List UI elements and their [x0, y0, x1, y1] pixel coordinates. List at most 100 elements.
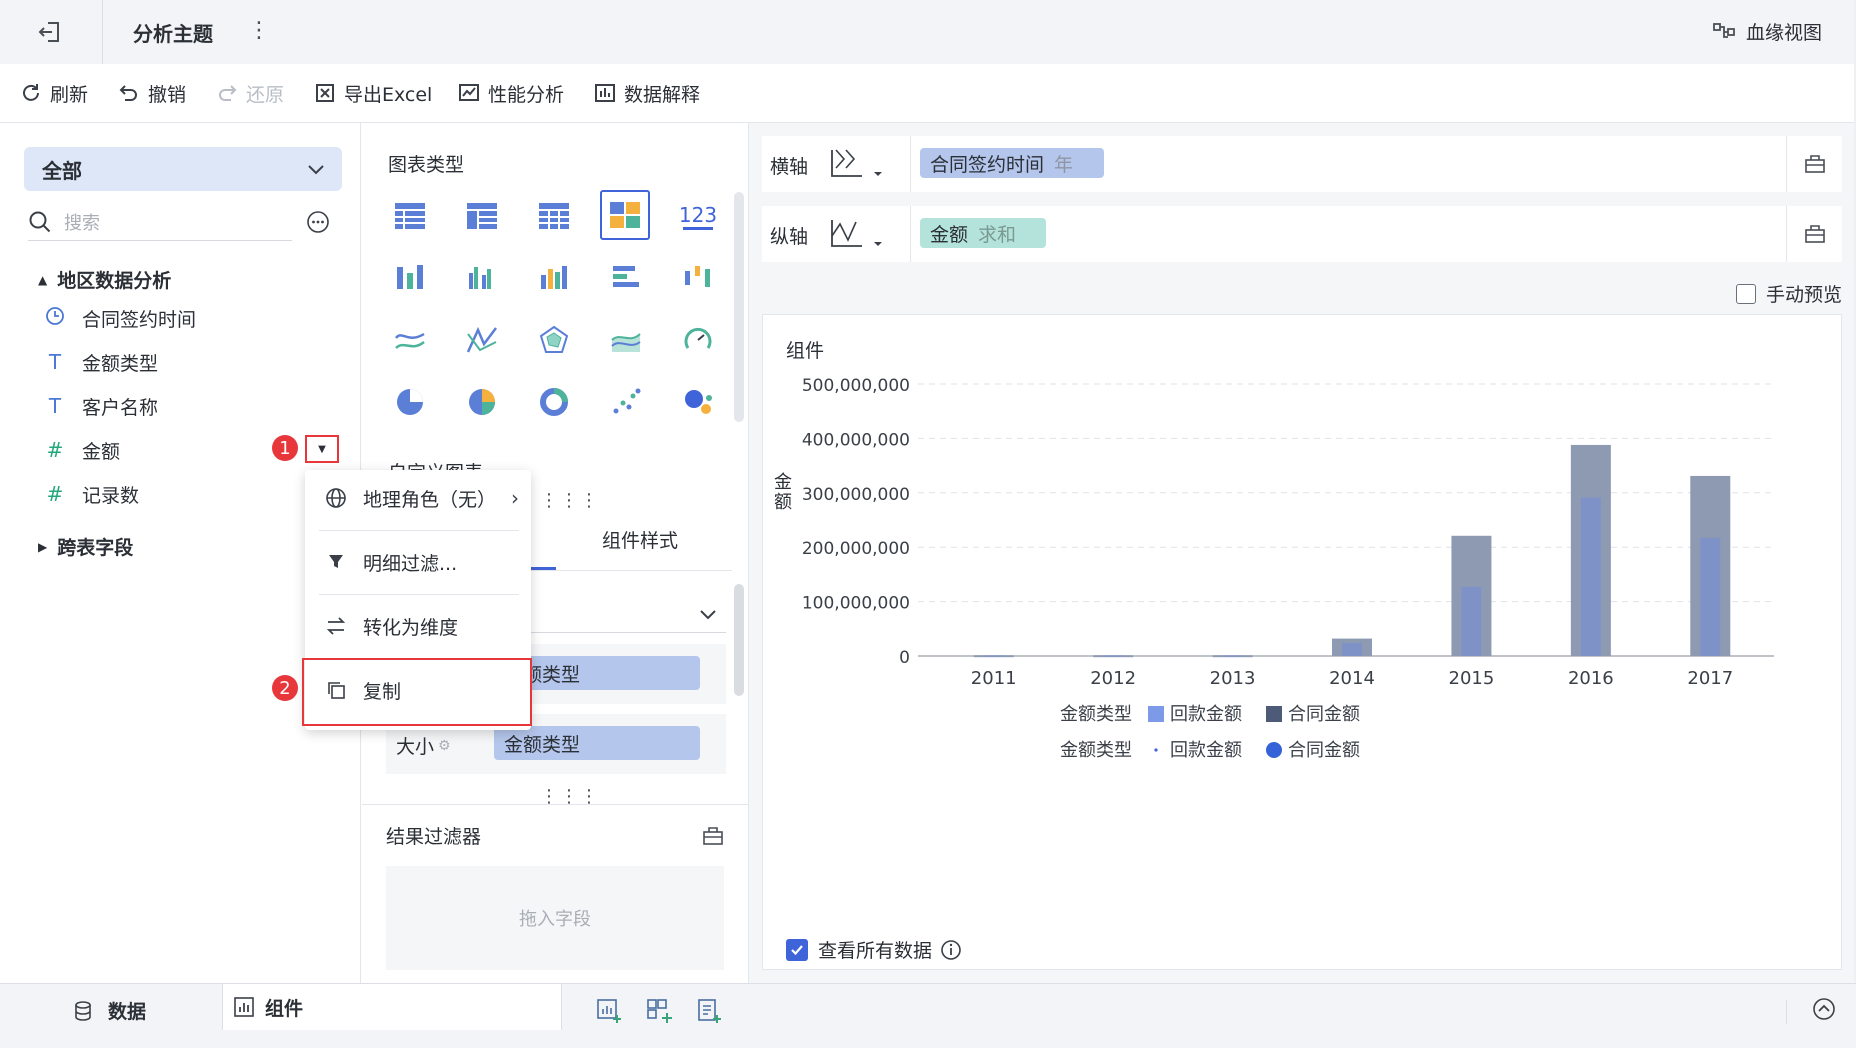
- exit-icon[interactable]: [36, 18, 64, 46]
- field-search-input[interactable]: 搜索: [28, 204, 292, 241]
- detail-table-icon[interactable]: [532, 194, 576, 238]
- x-axis-type-icon[interactable]: [828, 146, 882, 182]
- table-selector[interactable]: 全部: [24, 147, 342, 191]
- horizontal-bar-icon[interactable]: [604, 256, 648, 300]
- legend-swatch: [1266, 706, 1282, 722]
- menu-divider: [319, 530, 519, 531]
- clock-icon: [44, 306, 66, 331]
- line-chart-icon[interactable]: [388, 318, 432, 362]
- bar-payment-amount: [1580, 497, 1601, 656]
- add-component-icon[interactable]: [596, 998, 622, 1024]
- stacked-bar-icon[interactable]: [388, 256, 432, 300]
- tab-component-active[interactable]: 组件: [222, 984, 562, 1030]
- custom-chart-icon-selected[interactable]: [600, 190, 650, 240]
- view-all-label: 查看所有数据: [818, 940, 933, 962]
- number-type-icon: #: [46, 438, 64, 462]
- size-label: 大小 ⚙: [396, 732, 451, 759]
- mark-scrollbar[interactable]: [734, 584, 744, 696]
- data-explain-button[interactable]: 数据解释: [594, 64, 700, 122]
- x-axis-field-pill[interactable]: 合同签约时间 年: [920, 148, 1104, 178]
- donut-chart-icon[interactable]: [532, 380, 576, 424]
- data-explain-label: 数据解释: [624, 83, 701, 106]
- group-table-icon[interactable]: [460, 194, 504, 238]
- folder-cross-table[interactable]: ▶ 跨表字段: [38, 533, 133, 560]
- bar-payment-amount: [983, 655, 1004, 657]
- legend-swatch: [1148, 706, 1164, 722]
- undo-icon: [119, 85, 137, 101]
- area-chart-icon[interactable]: [604, 318, 648, 362]
- legend-swatch: [1266, 742, 1282, 758]
- section-divider: [362, 804, 748, 805]
- folder-label: 地区数据分析: [57, 270, 172, 292]
- x-tick-label: 2016: [1568, 668, 1614, 689]
- radar-chart-icon[interactable]: [532, 318, 576, 362]
- folder-region-analysis[interactable]: ▲ 地区数据分析: [38, 266, 171, 293]
- size-label-text: 大小: [396, 736, 435, 758]
- grouped-bar-icon[interactable]: [460, 256, 504, 300]
- y-tick-label: 400,000,000: [802, 430, 910, 450]
- axis-settings-icon[interactable]: [1804, 152, 1826, 174]
- refresh-button[interactable]: 刷新: [20, 64, 88, 122]
- settings-icon[interactable]: ⚙: [438, 738, 451, 754]
- axis-settings-icon[interactable]: [1804, 222, 1826, 244]
- field-item-customer-name[interactable]: T 客户名称: [44, 386, 158, 426]
- divider: [1786, 136, 1787, 192]
- menu-item-detail-filter[interactable]: 明细过滤...: [305, 534, 531, 590]
- export-excel-button[interactable]: 导出Excel: [314, 64, 432, 122]
- pie-chart-icon[interactable]: [388, 380, 432, 424]
- drag-handle-icon[interactable]: ⋮⋮⋮: [540, 490, 600, 511]
- scatter-chart-icon[interactable]: [604, 380, 648, 424]
- y-axis-field-pill[interactable]: 金额 求和: [920, 218, 1046, 248]
- view-all-checkbox[interactable]: [786, 938, 808, 961]
- y-tick-label: 500,000,000: [802, 376, 910, 396]
- search-placeholder: 搜索: [64, 213, 100, 234]
- polyline-chart-icon[interactable]: [460, 318, 504, 362]
- cross-table-icon[interactable]: [388, 194, 432, 238]
- field-item-record-count[interactable]: # 记录数: [44, 474, 139, 514]
- field-item-amount[interactable]: # 金额: [44, 430, 120, 470]
- mark-type-selector[interactable]: [520, 600, 726, 633]
- chevron-right-icon: ›: [511, 486, 519, 510]
- excel-icon: [316, 84, 334, 102]
- x-tick-label: 2012: [1090, 668, 1136, 689]
- menu-item-geo-role[interactable]: 地理角色（无） ›: [305, 470, 531, 526]
- size-field-pill[interactable]: 金额类型: [494, 726, 700, 760]
- tab-component-style[interactable]: 组件样式: [602, 526, 678, 553]
- field-item-amount-type[interactable]: T 金额类型: [44, 342, 158, 382]
- undo-button[interactable]: 撤销: [118, 64, 186, 122]
- swap-icon: [323, 615, 349, 637]
- x-axis-label: 横轴: [770, 156, 809, 178]
- tab-data-label: 数据: [108, 1001, 147, 1023]
- range-bar-icon[interactable]: [676, 256, 720, 300]
- more-options-icon[interactable]: [306, 210, 330, 234]
- performance-analysis-button[interactable]: 性能分析: [458, 64, 564, 122]
- field-dropdown-button[interactable]: ▼: [305, 435, 339, 463]
- info-icon[interactable]: [940, 939, 962, 961]
- redo-button[interactable]: 还原: [216, 64, 284, 122]
- more-menu-icon[interactable]: ⋮: [248, 18, 270, 43]
- bar-chart-icon[interactable]: [532, 256, 576, 300]
- field-item-contract-time[interactable]: 合同签约时间: [44, 298, 196, 338]
- view-all-data-toggle[interactable]: 查看所有数据: [786, 936, 962, 963]
- add-dashboard-icon[interactable]: [646, 998, 672, 1024]
- result-filter-title: 结果过滤器: [386, 826, 482, 848]
- add-report-icon[interactable]: [696, 998, 722, 1024]
- legend-label: 回款金额: [1170, 704, 1242, 725]
- manual-preview-label: 手动预览: [1766, 284, 1843, 306]
- chart-type-scrollbar[interactable]: [734, 192, 744, 422]
- y-field-suffix: 求和: [978, 223, 1017, 246]
- manual-preview-checkbox[interactable]: [1736, 283, 1756, 304]
- collapse-up-icon[interactable]: [1812, 997, 1836, 1021]
- y-axis-label: 纵轴: [770, 226, 809, 248]
- bubble-chart-icon[interactable]: [676, 380, 720, 424]
- manual-preview-toggle[interactable]: 手动预览: [1736, 280, 1842, 307]
- y-axis-type-icon[interactable]: [828, 216, 882, 252]
- menu-item-to-dimension[interactable]: 转化为维度: [305, 598, 531, 654]
- result-filter-dropzone[interactable]: 拖入字段: [386, 866, 724, 970]
- lineage-view-button[interactable]: 血缘视图: [1712, 18, 1822, 45]
- multi-pie-icon[interactable]: [460, 380, 504, 424]
- filter-settings-icon[interactable]: [702, 824, 724, 846]
- gauge-chart-icon[interactable]: [676, 318, 720, 362]
- tab-data[interactable]: 数据: [72, 997, 146, 1024]
- kpi-number-icon[interactable]: 123: [676, 194, 720, 238]
